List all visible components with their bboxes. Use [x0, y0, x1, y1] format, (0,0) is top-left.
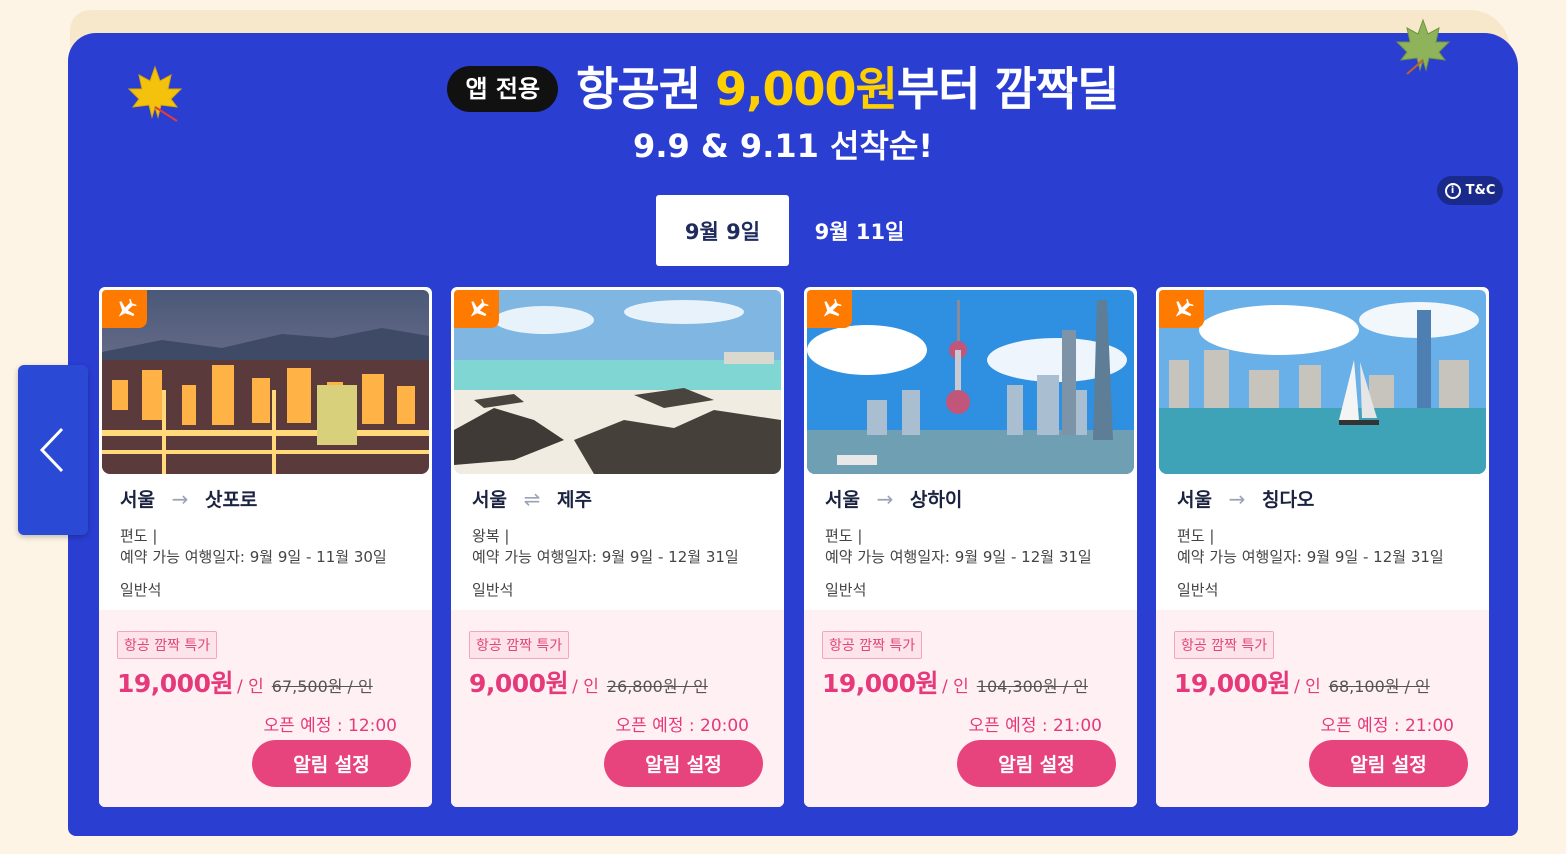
route: 서울 → 칭다오: [1177, 485, 1314, 512]
route-destination: 삿포로: [204, 489, 258, 511]
trip-type: 편도 |: [120, 527, 158, 545]
price-row: 19,000원 / 인 67,500원 / 인: [117, 664, 373, 700]
per-person: / 인: [236, 677, 264, 697]
open-time: 오픈 예정 : 21:00: [1320, 716, 1455, 736]
route-destination: 제주: [556, 489, 592, 511]
route-origin: 서울: [120, 489, 155, 511]
set-alarm-button[interactable]: 알림 설정: [604, 740, 763, 787]
one-way-arrow-icon: →: [171, 486, 189, 511]
open-time: 오픈 예정 : 20:00: [615, 716, 750, 736]
travel-period: 예약 가능 여행일자: 9월 9일 - 12월 31일: [472, 548, 739, 566]
price-row: 19,000원 / 인 104,300원 / 인: [822, 664, 1088, 700]
open-time: 오픈 예정 : 21:00: [968, 716, 1103, 736]
travel-period: 예약 가능 여행일자: 9월 9일 - 11월 30일: [120, 548, 387, 566]
carousel-prev-button[interactable]: [18, 365, 88, 535]
airplane-icon: [807, 290, 852, 328]
route-origin: 서울: [825, 489, 860, 511]
deal-tag: 항공 깜짝 특가: [1174, 631, 1275, 659]
app-only-badge: 앱 전용: [447, 66, 559, 112]
tab-sep-11[interactable]: 9월 11일: [793, 195, 926, 266]
route: 서울 ⇌ 제주: [472, 485, 592, 512]
seat-class: 일반석: [825, 581, 867, 599]
set-alarm-button[interactable]: 알림 설정: [1309, 740, 1468, 787]
price-area: 항공 깜짝 특가 9,000원 / 인 26,800원 / 인 오픈 예정 : …: [451, 610, 784, 807]
original-price: 67,500원 / 인: [271, 677, 373, 696]
price-area: 항공 깜짝 특가 19,000원 / 인 68,100원 / 인 오픈 예정 :…: [1156, 610, 1489, 807]
trip-type: 편도 |: [825, 527, 863, 545]
route: 서울 → 상하이: [825, 485, 962, 512]
route-origin: 서울: [1177, 489, 1212, 511]
open-time: 오픈 예정 : 12:00: [263, 716, 398, 736]
sale-price: 19,000원: [1174, 669, 1290, 698]
headline: 앱 전용 항공권 9,000원부터 깜짝딜: [0, 60, 1566, 118]
deal-card-qingdao[interactable]: 서울 → 칭다오 편도 | 예약 가능 여행일자: 9월 9일 - 12월 31…: [1156, 287, 1489, 807]
original-price: 26,800원 / 인: [606, 677, 708, 696]
round-trip-arrow-icon: ⇌: [523, 486, 541, 511]
tab-sep-9[interactable]: 9월 9일: [656, 195, 789, 266]
route-destination: 상하이: [909, 489, 963, 511]
sapporo-night-city-photo: [102, 290, 429, 474]
set-alarm-button[interactable]: 알림 설정: [957, 740, 1116, 787]
deal-tag: 항공 깜짝 특가: [117, 631, 218, 659]
one-way-arrow-icon: →: [876, 486, 894, 511]
set-alarm-button[interactable]: 알림 설정: [252, 740, 411, 787]
original-price: 104,300원 / 인: [976, 677, 1088, 696]
airplane-icon: [102, 290, 147, 328]
trip-type: 왕복 |: [472, 527, 510, 545]
sale-price: 19,000원: [822, 669, 938, 698]
sale-price: 19,000원: [117, 669, 233, 698]
jeju-beach-rocks-photo: [454, 290, 781, 474]
qingdao-harbor-photo: [1159, 290, 1486, 474]
chevron-left-icon: [39, 427, 64, 473]
travel-period: 예약 가능 여행일자: 9월 9일 - 12월 31일: [1177, 548, 1444, 566]
per-person: / 인: [1293, 677, 1321, 697]
airplane-icon: [454, 290, 499, 328]
deal-card-sapporo[interactable]: 서울 → 삿포로 편도 | 예약 가능 여행일자: 9월 9일 - 11월 30…: [99, 287, 432, 807]
airplane-icon: [1159, 290, 1204, 328]
route-destination: 칭다오: [1261, 489, 1315, 511]
deal-tag: 항공 깜짝 특가: [469, 631, 570, 659]
original-price: 68,100원 / 인: [1328, 677, 1430, 696]
page-subtitle: 9.9 & 9.11 선착순!: [633, 127, 933, 165]
shanghai-skyline-photo: [807, 290, 1134, 474]
per-person: / 인: [941, 677, 969, 697]
terms-button[interactable]: i T&C: [1437, 176, 1503, 205]
deal-tag: 항공 깜짝 특가: [822, 631, 923, 659]
route-origin: 서울: [472, 489, 507, 511]
trip-type: 편도 |: [1177, 527, 1215, 545]
deal-card-shanghai[interactable]: 서울 → 상하이 편도 | 예약 가능 여행일자: 9월 9일 - 12월 31…: [804, 287, 1137, 807]
seat-class: 일반석: [120, 581, 162, 599]
per-person: / 인: [572, 677, 599, 697]
seat-class: 일반석: [472, 581, 514, 599]
travel-period: 예약 가능 여행일자: 9월 9일 - 12월 31일: [825, 548, 1092, 566]
price-area: 항공 깜짝 특가 19,000원 / 인 104,300원 / 인 오픈 예정 …: [804, 610, 1137, 807]
price-row: 9,000원 / 인 26,800원 / 인: [469, 664, 708, 700]
one-way-arrow-icon: →: [1228, 486, 1246, 511]
price-area: 항공 깜짝 특가 19,000원 / 인 67,500원 / 인 오픈 예정 :…: [99, 610, 432, 807]
route: 서울 → 삿포로: [120, 485, 257, 512]
info-icon: i: [1444, 182, 1461, 199]
title-highlight-price: 9,000원: [715, 62, 898, 116]
deal-card-jeju[interactable]: 서울 ⇌ 제주 왕복 | 예약 가능 여행일자: 9월 9일 - 12월 31일…: [451, 287, 784, 807]
sale-price: 9,000원: [469, 669, 569, 698]
price-row: 19,000원 / 인 68,100원 / 인: [1174, 664, 1430, 700]
page-title: 항공권 9,000원부터 깜짝딜: [576, 62, 1119, 116]
seat-class: 일반석: [1177, 581, 1219, 599]
